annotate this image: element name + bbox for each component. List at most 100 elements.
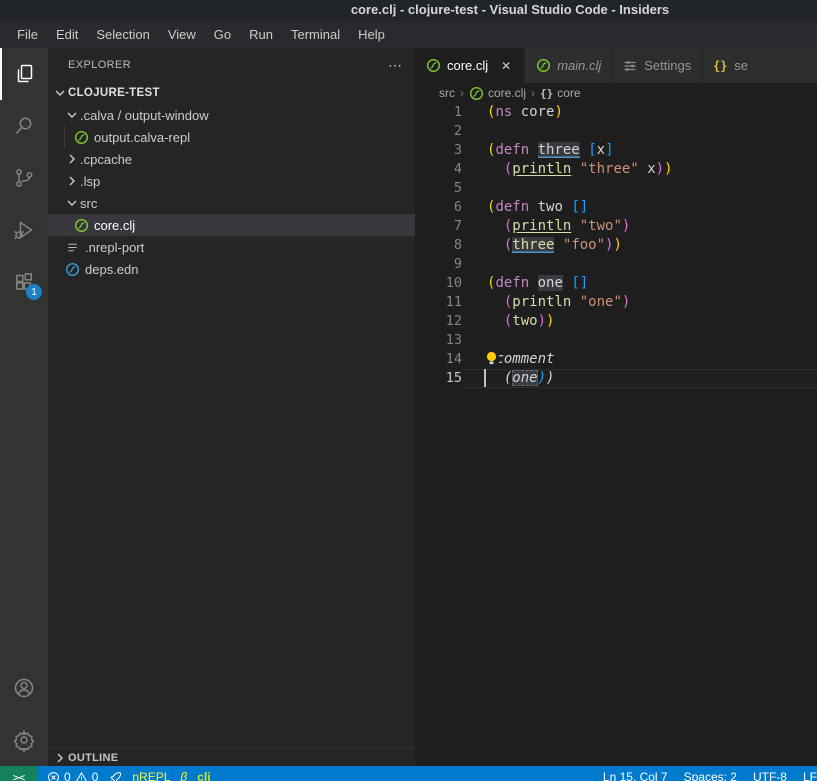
line-content[interactable] — [462, 179, 817, 198]
breadcrumb-item-core-clj[interactable]: core.clj — [469, 86, 526, 101]
breadcrumb-label: core.clj — [488, 86, 526, 100]
line-content[interactable]: (defn three [x] — [462, 141, 817, 160]
line-number[interactable]: 1 — [415, 103, 462, 122]
activity-source-control-button[interactable] — [0, 152, 48, 204]
line-content[interactable]: (comment — [462, 350, 817, 369]
encoding-setting[interactable]: UTF-8 — [753, 770, 787, 781]
code-line-12[interactable]: 12 (two)) — [415, 312, 817, 331]
menu-help[interactable]: Help — [349, 24, 394, 45]
line-content[interactable]: (defn one [] — [462, 274, 817, 293]
repl-mode-indicator[interactable]: β — [180, 770, 187, 781]
nrepl-status[interactable]: nREPL — [132, 770, 170, 781]
code-line-8[interactable]: 8 (three "foo")) — [415, 236, 817, 255]
activity-bar: 1 — [0, 48, 48, 766]
eol-setting[interactable]: LF — [803, 770, 817, 781]
code-line-15[interactable]: 15 (one)) — [415, 369, 817, 388]
more-actions-icon[interactable]: ⋯ — [388, 57, 403, 74]
line-content[interactable] — [462, 122, 817, 141]
outline-section[interactable]: OUTLINE — [48, 748, 415, 766]
code-line-5[interactable]: 5 — [415, 179, 817, 198]
explorer-item-calva-output-window[interactable]: .calva / output-window — [48, 104, 415, 126]
activity-explorer-button[interactable] — [0, 48, 48, 100]
language-mode[interactable]: clj — [197, 770, 210, 781]
menu-bar: FileEditSelectionViewGoRunTerminalHelp — [0, 21, 817, 48]
line-number[interactable]: 11 — [415, 293, 462, 312]
line-number[interactable]: 9 — [415, 255, 462, 274]
rocket-icon — [108, 770, 122, 781]
activity-extensions-button[interactable]: 1 — [0, 256, 48, 308]
code-line-1[interactable]: 1(ns core) — [415, 103, 817, 122]
lightbulb-icon[interactable] — [483, 351, 499, 368]
namespace-symbol-icon: {} — [540, 87, 553, 100]
code-line-13[interactable]: 13 — [415, 331, 817, 350]
line-content[interactable]: (println "two") — [462, 217, 817, 236]
code-line-11[interactable]: 11 (println "one") — [415, 293, 817, 312]
line-content[interactable] — [462, 331, 817, 350]
activity-run-and-debug-button[interactable] — [0, 204, 48, 256]
menu-go[interactable]: Go — [205, 24, 240, 45]
activity-accounts-button[interactable] — [0, 662, 48, 714]
code-line-2[interactable]: 2 — [415, 122, 817, 141]
line-number[interactable]: 8 — [415, 236, 462, 255]
tab-main-clj[interactable]: main.clj — [525, 48, 612, 83]
menu-terminal[interactable]: Terminal — [282, 24, 349, 45]
explorer-item-lsp[interactable]: .lsp — [48, 170, 415, 192]
explorer-item-deps-edn[interactable]: deps.edn — [48, 258, 415, 280]
line-content[interactable] — [462, 255, 817, 274]
activity-search-button[interactable] — [0, 100, 48, 152]
explorer-item-cpcache[interactable]: .cpcache — [48, 148, 415, 170]
code-editor[interactable]: 1(ns core)23(defn three [x]4 (println "t… — [415, 103, 817, 766]
line-content[interactable]: (println "one") — [462, 293, 817, 312]
tab-settings[interactable]: Settings — [612, 48, 702, 83]
menu-file[interactable]: File — [8, 24, 47, 45]
tab-se[interactable]: {}se — [702, 48, 817, 83]
tab-core-clj[interactable]: core.clj✕ — [415, 48, 525, 83]
code-line-10[interactable]: 10(defn one [] — [415, 274, 817, 293]
code-line-9[interactable]: 9 — [415, 255, 817, 274]
explorer-item-output-calva-repl[interactable]: output.calva-repl — [48, 126, 415, 148]
chevron-right-icon — [64, 151, 80, 167]
settings-icon — [12, 728, 36, 752]
line-content[interactable]: (defn two [] — [462, 198, 817, 217]
line-number[interactable]: 14 — [415, 350, 462, 369]
code-line-7[interactable]: 7 (println "two") — [415, 217, 817, 236]
explorer-root-folder[interactable]: CLOJURE-TEST — [48, 82, 415, 104]
line-number[interactable]: 7 — [415, 217, 462, 236]
line-number[interactable]: 3 — [415, 141, 462, 160]
cursor-position[interactable]: Ln 15, Col 7 — [603, 770, 668, 781]
explorer-item-src[interactable]: src — [48, 192, 415, 214]
line-content[interactable]: (ns core) — [462, 103, 817, 122]
line-content[interactable]: (three "foo")) — [462, 236, 817, 255]
line-number[interactable]: 10 — [415, 274, 462, 293]
menu-selection[interactable]: Selection — [87, 24, 158, 45]
breadcrumb-item-src[interactable]: src — [439, 86, 455, 100]
remote-indicator[interactable]: >< — [0, 766, 37, 781]
code-line-14[interactable]: 14(comment — [415, 350, 817, 369]
breadcrumb-item-core[interactable]: {}core — [540, 86, 581, 100]
menu-run[interactable]: Run — [240, 24, 282, 45]
code-line-4[interactable]: 4 (println "three" x)) — [415, 160, 817, 179]
activity-settings-button[interactable] — [0, 714, 48, 766]
explorer-item-nrepl-port[interactable]: .nrepl-port — [48, 236, 415, 258]
menu-view[interactable]: View — [159, 24, 205, 45]
line-number[interactable]: 6 — [415, 198, 462, 217]
line-number[interactable]: 2 — [415, 122, 462, 141]
json-braces-icon: {} — [712, 58, 728, 74]
code-line-3[interactable]: 3(defn three [x] — [415, 141, 817, 160]
line-number[interactable]: 4 — [415, 160, 462, 179]
task-indicator[interactable] — [108, 770, 122, 781]
menu-edit[interactable]: Edit — [47, 24, 87, 45]
line-content[interactable]: (one)) — [462, 369, 817, 388]
problems-indicator[interactable]: 0 0 — [47, 770, 98, 781]
line-number[interactable]: 13 — [415, 331, 462, 350]
line-number[interactable]: 5 — [415, 179, 462, 198]
code-line-6[interactable]: 6(defn two [] — [415, 198, 817, 217]
close-icon[interactable]: ✕ — [498, 59, 514, 73]
line-content[interactable]: (println "three" x)) — [462, 160, 817, 179]
line-number[interactable]: 12 — [415, 312, 462, 331]
line-content[interactable]: (two)) — [462, 312, 817, 331]
explorer-item-core-clj[interactable]: core.clj — [48, 214, 415, 236]
indentation-setting[interactable]: Spaces: 2 — [684, 770, 737, 781]
window-title: core.clj - clojure-test - Visual Studio … — [351, 2, 669, 17]
line-number[interactable]: 15 — [415, 369, 462, 388]
